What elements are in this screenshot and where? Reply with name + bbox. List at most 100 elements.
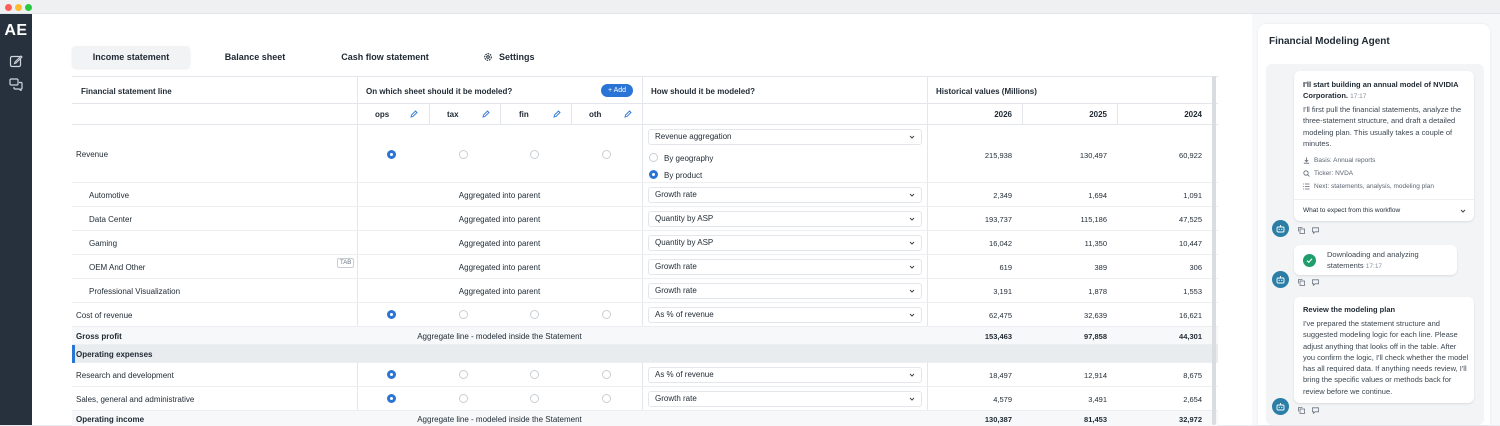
comment-icon[interactable] bbox=[1312, 227, 1319, 234]
value-2026: 3,191 bbox=[993, 287, 1012, 296]
chevron-down-icon[interactable] bbox=[1460, 208, 1466, 214]
bot-avatar bbox=[1272, 220, 1289, 237]
row-label: Gross profit bbox=[76, 332, 122, 341]
success-badge bbox=[1303, 254, 1316, 267]
pencil-icon[interactable] bbox=[624, 110, 632, 118]
value-2024: 1,091 bbox=[1183, 191, 1202, 200]
value-2024: 306 bbox=[1189, 263, 1202, 272]
bot-avatar bbox=[1272, 271, 1289, 288]
radio-by-geography[interactable] bbox=[649, 153, 658, 162]
value-2026: 193,737 bbox=[984, 215, 1012, 224]
value-2024: 60,922 bbox=[1179, 151, 1202, 160]
method-value: Revenue aggregation bbox=[655, 132, 732, 141]
value-2026: 4,579 bbox=[993, 395, 1012, 404]
method-select[interactable]: Growth rate bbox=[648, 187, 922, 203]
method-select[interactable]: Growth rate bbox=[648, 391, 922, 407]
section-header-operating-expenses[interactable]: Operating expenses bbox=[72, 345, 1218, 363]
method-select[interactable]: Quantity by ASP bbox=[648, 235, 922, 251]
radio-ops[interactable] bbox=[387, 150, 396, 159]
value-2024: 32,972 bbox=[1179, 415, 1202, 424]
radio-oth[interactable] bbox=[602, 370, 611, 379]
method-value: As % of revenue bbox=[655, 370, 714, 379]
robot-icon bbox=[1276, 403, 1285, 411]
pencil-icon[interactable] bbox=[553, 110, 561, 118]
tab-income-statement[interactable]: Income statement bbox=[72, 46, 190, 68]
tab-cash-flow-statement[interactable]: Cash flow statement bbox=[322, 46, 448, 68]
value-2026: 130,387 bbox=[984, 415, 1012, 424]
chat-icon[interactable] bbox=[9, 77, 23, 91]
radio-tax[interactable] bbox=[459, 394, 468, 403]
table-row-cost-of-revenue: Cost of revenue As % of revenue 62,475 3… bbox=[72, 303, 1218, 327]
radio-fin[interactable] bbox=[530, 150, 539, 159]
edit-icon[interactable] bbox=[9, 54, 23, 68]
minimize-window-button[interactable] bbox=[15, 4, 22, 11]
tab-key-badge: TAB bbox=[337, 258, 355, 268]
meta-basis: Basis: Annual reports bbox=[1314, 157, 1376, 164]
message-time: 17:17 bbox=[1365, 263, 1383, 271]
radio-tax[interactable] bbox=[459, 150, 468, 159]
method-select[interactable]: As % of revenue bbox=[648, 307, 922, 323]
radio-by-product[interactable] bbox=[649, 170, 658, 179]
row-label: OEM And Other bbox=[89, 263, 146, 272]
chevron-down-icon bbox=[909, 265, 915, 269]
search-icon bbox=[1303, 170, 1310, 177]
radio-oth[interactable] bbox=[602, 394, 611, 403]
radio-tax[interactable] bbox=[459, 370, 468, 379]
radio-ops[interactable] bbox=[387, 394, 396, 403]
chevron-down-icon bbox=[909, 135, 915, 139]
col-header-historical: Historical values (Millions) bbox=[936, 87, 1037, 96]
add-sheet-button[interactable]: + Add bbox=[601, 84, 633, 97]
copy-icon[interactable] bbox=[1298, 279, 1305, 286]
row-label: Data Center bbox=[89, 215, 133, 224]
method-select[interactable]: Revenue aggregation bbox=[648, 129, 922, 145]
col-header-line: Financial statement line bbox=[81, 87, 172, 96]
copy-icon[interactable] bbox=[1298, 407, 1305, 414]
tab-balance-sheet[interactable]: Balance sheet bbox=[202, 46, 308, 68]
value-2026: 619 bbox=[999, 263, 1012, 272]
radio-fin[interactable] bbox=[530, 370, 539, 379]
row-label: Operating income bbox=[76, 415, 145, 424]
method-select[interactable]: As % of revenue bbox=[648, 367, 922, 383]
method-select[interactable]: Growth rate bbox=[648, 259, 922, 275]
radio-ops[interactable] bbox=[387, 310, 396, 319]
table-row-rnd: Research and development As % of revenue… bbox=[72, 363, 1218, 387]
radio-tax[interactable] bbox=[459, 310, 468, 319]
sheet-ops: ops bbox=[375, 110, 390, 119]
radio-fin[interactable] bbox=[530, 310, 539, 319]
comment-icon[interactable] bbox=[1312, 279, 1319, 286]
agent-status-message: Downloading and analyzing statements 17:… bbox=[1294, 245, 1457, 275]
aggregated-label: Aggregated into parent bbox=[458, 287, 541, 296]
method-value: Growth rate bbox=[655, 262, 697, 271]
pencil-icon[interactable] bbox=[410, 110, 418, 118]
comment-icon[interactable] bbox=[1312, 407, 1319, 414]
value-2026: 16,042 bbox=[989, 239, 1012, 248]
agent-panel: Financial Modeling Agent I'll start buil… bbox=[1258, 24, 1490, 425]
value-2024: 44,301 bbox=[1179, 332, 1202, 341]
value-2024: 2,654 bbox=[1183, 395, 1202, 404]
table-scrollbar[interactable] bbox=[1212, 76, 1216, 425]
method-select[interactable]: Quantity by ASP bbox=[648, 211, 922, 227]
close-window-button[interactable] bbox=[5, 4, 12, 11]
table-row: Professional Visualization Aggregated in… bbox=[72, 279, 1218, 303]
radio-oth[interactable] bbox=[602, 150, 611, 159]
radio-fin[interactable] bbox=[530, 394, 539, 403]
pencil-icon[interactable] bbox=[482, 110, 490, 118]
sidebar: AE bbox=[0, 14, 32, 425]
chevron-down-icon bbox=[909, 217, 915, 221]
value-2025: 32,639 bbox=[1084, 311, 1107, 320]
table-row: Gaming Aggregated into parent Quantity b… bbox=[72, 231, 1218, 255]
agent-title: Financial Modeling Agent bbox=[1269, 36, 1390, 47]
tab-settings[interactable]: Settings bbox=[467, 46, 553, 68]
radio-oth[interactable] bbox=[602, 310, 611, 319]
main-content: Income statement Balance sheet Cash flow… bbox=[32, 14, 1252, 426]
method-select[interactable]: Growth rate bbox=[648, 283, 922, 299]
workflow-expander[interactable]: What to expect from this workflow bbox=[1303, 207, 1400, 214]
row-label: Research and development bbox=[76, 371, 174, 380]
value-2025: 1,878 bbox=[1088, 287, 1107, 296]
maximize-window-button[interactable] bbox=[25, 4, 32, 11]
value-2025: 3,491 bbox=[1088, 395, 1107, 404]
year-2026: 2026 bbox=[994, 110, 1012, 119]
copy-icon[interactable] bbox=[1298, 227, 1305, 234]
radio-ops[interactable] bbox=[387, 370, 396, 379]
app-logo: AE bbox=[4, 22, 28, 39]
